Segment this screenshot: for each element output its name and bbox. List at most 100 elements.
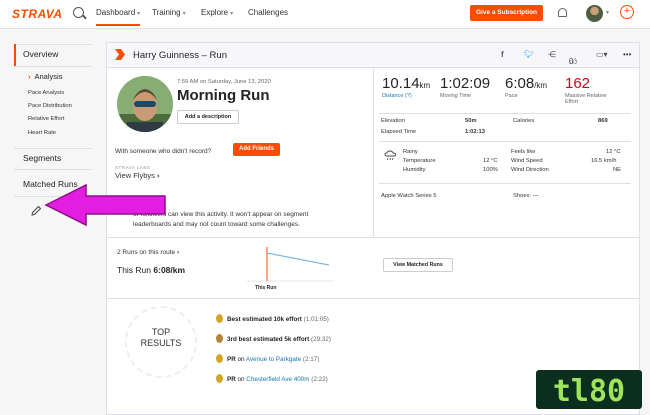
plus-icon[interactable]: + (620, 5, 634, 19)
share-icon[interactable]: ⋲ (548, 50, 556, 59)
sidebar-item-pace-distribution[interactable]: Pace Distribution (28, 103, 72, 109)
weather-condition: Rainy (403, 149, 418, 155)
relative-effort-label-2: Effort (565, 99, 579, 105)
divider (107, 237, 639, 238)
chevron-right-icon: › (177, 249, 180, 256)
achievement-time: (2:17) (302, 356, 320, 364)
top-results-line-1: TOP (151, 327, 171, 337)
humidity-value: 100% (483, 167, 498, 173)
add-description-button[interactable]: Add a description (177, 110, 239, 124)
wind-speed-label: Wind Speed (511, 158, 543, 164)
rain-cloud-icon (384, 150, 396, 161)
divider (14, 44, 92, 45)
matched-runs-chart[interactable]: This Run (247, 243, 333, 293)
athlete-photo (117, 76, 173, 132)
kudos-count: 0 (569, 57, 574, 66)
moving-time-value: 1:02:09 (440, 75, 491, 92)
segment-link[interactable]: Chesterfield Ave 400m (246, 376, 309, 383)
elevation-label: Elevation (381, 118, 405, 124)
bell-icon[interactable] (558, 8, 567, 17)
gold-medal-icon (216, 314, 223, 323)
flyby-prompt: With someone who didn't record? (115, 148, 212, 155)
divider (379, 183, 631, 184)
view-matched-runs-button[interactable]: View Matched Runs (383, 258, 453, 272)
comment-icon[interactable]: ▭▾ (596, 50, 608, 59)
sidebar-item-heart-rate[interactable]: Heart Rate (28, 130, 56, 136)
more-options-icon[interactable]: ••• (623, 50, 631, 59)
divider (379, 113, 631, 114)
distance-label[interactable]: Distance (?) (382, 93, 430, 99)
activity-card: Harry Guinness – Run f 🐦︎ ⋲ 👍︎ 0 ▭▾ ••• 7… (106, 42, 640, 415)
nav-dashboard[interactable]: Dashboard ▾ (96, 8, 141, 26)
activity-header: Harry Guinness – Run f 🐦︎ ⋲ 👍︎ 0 ▭▾ ••• (107, 43, 639, 68)
stat-pace: 6:08/km Pace (505, 75, 547, 99)
achievement-text: 3rd best estimated 5k effort (227, 336, 310, 344)
avatar[interactable] (586, 5, 603, 22)
divider (373, 67, 374, 237)
chevron-down-icon: ▾ (230, 11, 234, 17)
activity-header-title: Harry Guinness – Run (133, 50, 227, 61)
stat-relative-effort[interactable]: 162 Massive Relative Effort (565, 75, 607, 105)
this-run-label: This Run (117, 265, 152, 275)
bronze-medal-icon (216, 334, 223, 343)
nav-challenges-label: Challenges (248, 8, 289, 17)
achievement-prefix: PR (227, 376, 236, 384)
nav-training[interactable]: Training ▾ (152, 8, 186, 17)
sidebar-item-overview[interactable]: Overview (23, 49, 58, 59)
strava-labs-label: STRAVA LABS (115, 165, 151, 170)
top-results-line-2: RESULTS (140, 338, 182, 348)
nav-training-label: Training (152, 8, 181, 17)
sidebar-item-analysis[interactable]: › Analysis (28, 72, 62, 81)
chevron-down-icon[interactable]: ▾ (606, 9, 609, 16)
pencil-edit-icon[interactable] (30, 205, 42, 217)
achievement-time: (29:32) (311, 336, 331, 344)
achievement-text: Best estimated 10k effort (227, 316, 302, 324)
chevron-down-icon: ▾ (137, 11, 141, 17)
chart-label: This Run (255, 285, 276, 291)
segment-link[interactable]: Avenue to Parkgate (246, 356, 301, 363)
facebook-icon[interactable]: f (501, 50, 504, 59)
elevation-value: 50m (465, 118, 477, 124)
sidebar-item-pace-analysis[interactable]: Pace Analysis (28, 90, 64, 96)
divider (14, 66, 92, 67)
give-subscription-button[interactable]: Give a Subscription (470, 5, 543, 21)
sidebar-item-segments[interactable]: Segments (23, 153, 61, 163)
nav-challenges[interactable]: Challenges (248, 8, 288, 17)
strava-logo[interactable]: STRAVA (12, 7, 63, 21)
sidebar-item-relative-effort[interactable]: Relative Effort (28, 116, 64, 122)
chevron-right-icon: › (156, 171, 160, 180)
pace-trend-line (266, 252, 330, 266)
divider (14, 169, 92, 170)
elapsed-time-label: Elapsed Time (381, 129, 417, 135)
add-friends-button[interactable]: Add Friends (233, 143, 280, 156)
achievement-item: Best estimated 10k effort (1:01:05) (216, 314, 329, 324)
temperature-value: 12 °C (483, 158, 498, 164)
achievement-item: PR on Chesterfield Ave 400m (2:22) (216, 374, 328, 384)
pace-label: Pace (505, 93, 518, 99)
sidebar-item-analysis-label: Analysis (34, 72, 63, 81)
divider (107, 298, 639, 299)
twitter-icon[interactable]: 🐦︎ (524, 50, 534, 59)
relative-effort-value: 162 (565, 75, 591, 92)
activity-title[interactable]: Morning Run (177, 87, 269, 104)
pace-value: 6:08 (505, 75, 535, 92)
this-run-pace-value: 6:08/km (153, 265, 186, 275)
search-icon[interactable] (73, 7, 84, 18)
stat-moving-time: 1:02:09 Moving Time (440, 75, 490, 99)
route-link[interactable]: 2 Runs on this route › (117, 249, 179, 256)
calories-value: 869 (598, 118, 608, 124)
achievement-text: on (235, 376, 247, 384)
athlete-avatar[interactable] (117, 76, 173, 132)
achievement-time: (2:22) (311, 376, 328, 384)
achievement-item: 3rd best estimated 5k effort (29:32) (216, 334, 331, 344)
wind-direction-value: NE (613, 167, 622, 173)
active-indicator (14, 44, 16, 66)
view-flybys-link[interactable]: View Flybys › (115, 171, 159, 180)
chevron-right-icon: › (28, 72, 31, 81)
achievement-time: (1:01:05) (303, 316, 329, 324)
pace-unit: /km (534, 81, 548, 90)
device-name: Apple Watch Series 5 (381, 193, 437, 199)
view-flybys-label: View Flybys (115, 171, 155, 180)
nav-explore[interactable]: Explore ▾ (201, 8, 233, 17)
route-link-label: 2 Runs on this route (117, 249, 176, 256)
